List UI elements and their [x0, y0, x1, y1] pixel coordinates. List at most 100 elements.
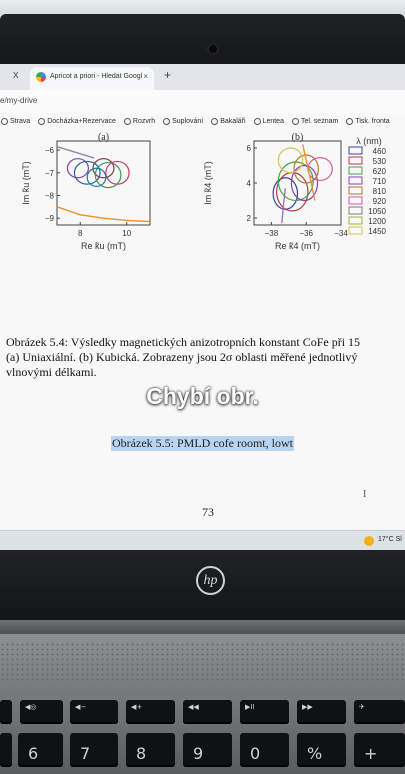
keyboard-key — [0, 700, 12, 724]
x-tick-label: −34 — [334, 229, 348, 238]
weather-icon — [364, 536, 374, 546]
volume-down-key: ◀− — [70, 700, 118, 724]
y-tick-label: −9 — [45, 214, 55, 223]
active-tab[interactable]: Apricot a priori - Hledat Googl × — [30, 67, 154, 90]
key-8: 8 — [126, 733, 175, 767]
legend-label: 620 — [373, 167, 387, 176]
bookmark-label: Tel. seznam — [300, 118, 339, 125]
key-plus: + — [354, 733, 405, 767]
previous-track-key: ◀◀ — [183, 700, 232, 724]
caption-line: (a) Uniaxiální. (b) Kubická. Zobrazeny j… — [6, 350, 358, 364]
legend-label: 920 — [373, 197, 387, 206]
address-text: e/my-drive — [0, 96, 38, 105]
series-line-0 — [302, 144, 316, 201]
bookmark-bakalari[interactable]: Bakaláři — [211, 118, 246, 125]
bookmark-label: Lentea — [262, 118, 284, 125]
document-page: (a) 8 10 −6 −7 −8 −9 Re k̃u (mT) Im k̃u (mT) (b)… — [0, 130, 405, 550]
keyboard-key — [0, 733, 12, 767]
key-0: 0 — [240, 733, 289, 767]
plot-frame — [253, 140, 342, 226]
key-9: 9 — [183, 733, 232, 767]
bookmark-tel-seznam[interactable]: Tel. seznam — [291, 118, 339, 125]
bookmark-icon — [211, 118, 219, 125]
missing-figure-caption: Obrázek 5.5: PMLD cofe roomt, lowt — [111, 436, 294, 451]
laptop-top-bezel — [0, 14, 405, 66]
tab-close-button[interactable]: × — [143, 72, 148, 81]
confidence-region-6 — [277, 147, 304, 174]
text-cursor: I — [363, 489, 367, 500]
list-icon — [253, 118, 261, 125]
legend-title: λ (nm) — [356, 136, 382, 146]
legend-swatch — [348, 176, 363, 185]
airplane-key: ✈ — [354, 700, 405, 724]
y-tick-label: 2 — [247, 214, 252, 223]
legend-label: 530 — [373, 157, 387, 166]
legend-swatch — [348, 186, 363, 195]
legend-swatch — [348, 216, 363, 225]
x-axis-label: Re k̃u (mT) — [81, 241, 126, 251]
y-tick-label: −7 — [45, 169, 55, 178]
caption-line: vlnovými délkami. — [6, 365, 97, 379]
legend-swatch — [348, 206, 363, 215]
hp-logo: hp — [196, 566, 225, 595]
legend-swatch — [348, 166, 363, 175]
legend-label: 460 — [373, 147, 387, 156]
legend-label: 810 — [373, 187, 387, 196]
x-axis-label: Re k̃4 (mT) — [275, 241, 320, 251]
bookmark-suplovani[interactable]: Suplování — [163, 118, 203, 125]
taskbar: 17°C Sl — [0, 530, 405, 550]
mute-key: ◀◎ — [20, 700, 63, 724]
legend-label: 1200 — [368, 217, 386, 226]
confidence-region-4 — [105, 160, 130, 185]
globe-icon — [38, 118, 46, 125]
bookmark-lentea[interactable]: Lentea — [253, 118, 284, 125]
legend-label: 710 — [373, 177, 387, 186]
bookmark-label: Bakaláři — [220, 118, 246, 125]
play-pause-key: ▶II — [240, 700, 289, 724]
legend-label: 1050 — [368, 207, 386, 216]
key-7: 7 — [70, 733, 118, 767]
y-axis-label: Im k̃u (mT) — [21, 161, 31, 205]
caption-line: Obrázek 5.4: Výsledky magnetických anizo… — [6, 335, 361, 349]
bookmark-tisk-fronta[interactable]: Tisk. fronta — [346, 118, 390, 125]
tab-title: Apricot a priori - Hledat Googl — [50, 73, 143, 80]
laptop-photo: x Apricot a priori - Hledat Googl × + e/… — [0, 0, 405, 774]
figure-5-4-caption: Obrázek 5.4: Výsledky magnetických anizo… — [6, 335, 405, 380]
address-bar[interactable]: e/my-drive — [0, 90, 405, 114]
next-track-key: ▶▶ — [297, 700, 346, 724]
globe-icon — [291, 118, 299, 125]
x-tick-label: 8 — [78, 229, 83, 238]
laptop-screen: x Apricot a priori - Hledat Googl × + e/… — [0, 64, 405, 550]
bookmark-label: Suplování — [172, 118, 204, 125]
y-tick-label: 4 — [247, 179, 252, 188]
page-number: 73 — [202, 505, 214, 519]
key-6: 6 — [18, 733, 63, 767]
google-icon — [36, 72, 46, 82]
bookmark-dochazka[interactable]: Docházka+Rezervace — [38, 118, 116, 125]
legend-swatch — [348, 156, 363, 165]
y-axis-label: Im k̃4 (mT) — [203, 161, 213, 205]
x-tick-label: −38 — [265, 229, 279, 238]
y-tick-label: 6 — [247, 144, 252, 153]
new-tab-button[interactable]: + — [164, 68, 171, 82]
y-tick-label: −8 — [45, 191, 55, 200]
weather-label[interactable]: 17°C Sl — [378, 536, 402, 543]
legend-swatch — [348, 196, 363, 205]
cubic-chart: (b)−38 −36 −34246Re k̃4 (mT)Im k̃4 (mT)λ (… — [203, 132, 387, 251]
bookmark-icon — [1, 118, 8, 125]
tab-close-left-button[interactable]: x — [13, 69, 19, 81]
series-line-1 — [56, 146, 95, 159]
x-tick-label: 10 — [122, 229, 131, 238]
bookmark-strava[interactable]: Strava — [1, 118, 30, 125]
webcam-icon — [209, 45, 217, 53]
bookmark-icon — [123, 118, 131, 125]
missing-image-overlay: Chybí obr. — [146, 383, 259, 409]
bookmark-label: Docházka+Rezervace — [47, 118, 116, 125]
legend-swatch — [348, 146, 363, 155]
bookmark-rozvrh[interactable]: Rozvrh — [123, 118, 155, 125]
speaker-grille — [0, 642, 405, 682]
bookmark-label: Strava — [10, 118, 31, 125]
bookmark-label: Tisk. fronta — [355, 118, 390, 125]
uniaxial-chart: (a)8 10−6−7−8−9Re k̃u (mT)Im k̃u (mT) — [21, 132, 151, 251]
laptop-hinge — [0, 620, 405, 634]
